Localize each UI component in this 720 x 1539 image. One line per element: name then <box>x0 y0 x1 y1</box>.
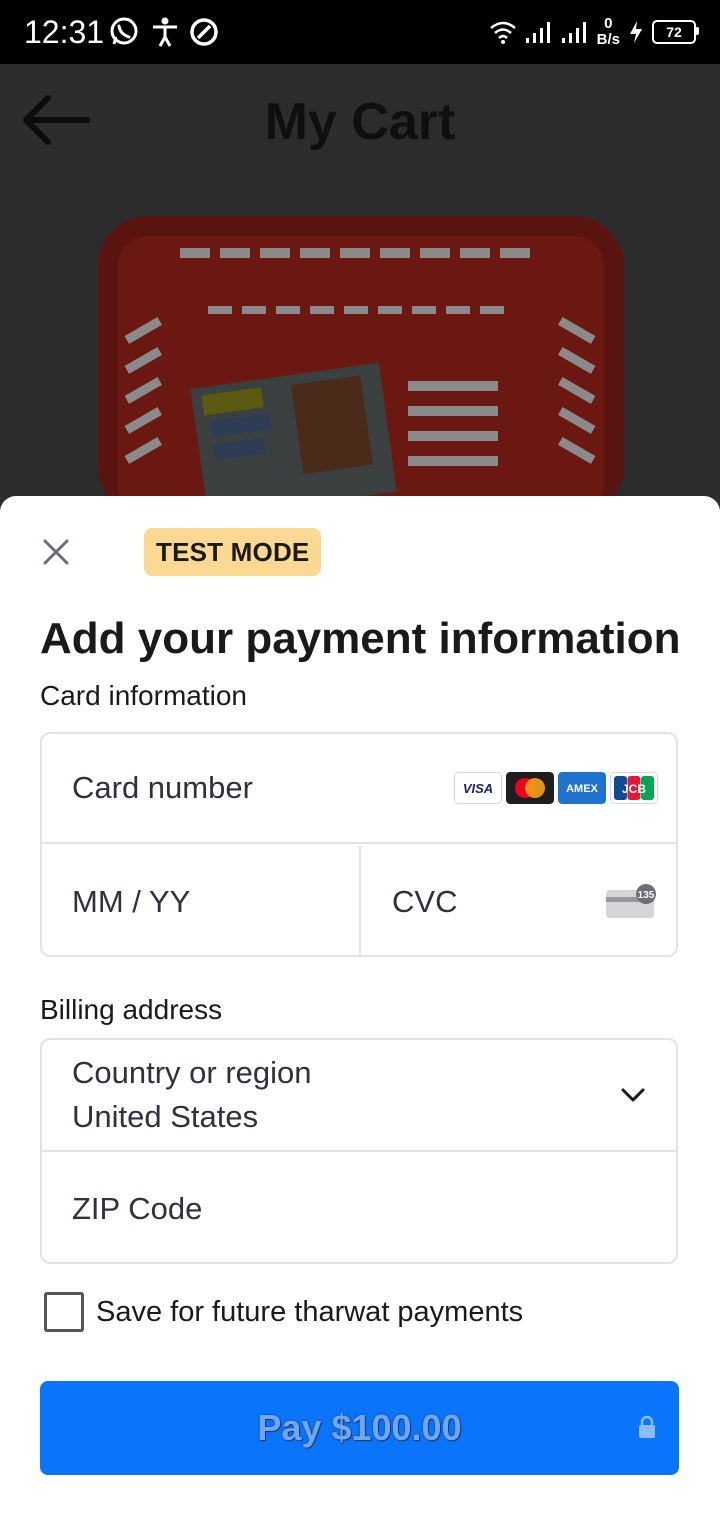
status-right: 0 B/s 72 <box>489 14 699 50</box>
jcb-icon: JCB <box>610 772 658 804</box>
zip-code-field[interactable]: ZIP Code <box>42 1154 676 1262</box>
status-time: 12:31 <box>24 14 105 50</box>
net-speed-unit: B/s <box>596 31 620 48</box>
accessibility-icon <box>153 17 177 47</box>
at-sign-icon <box>190 18 218 46</box>
sheet-title: Add your payment information <box>40 614 681 663</box>
close-icon <box>43 539 69 565</box>
save-payment-label: Save for future tharwat payments <box>96 1296 524 1328</box>
zip-placeholder: ZIP Code <box>72 1191 203 1226</box>
svg-text:VISA: VISA <box>463 781 493 796</box>
save-payment-checkbox[interactable] <box>44 1292 84 1332</box>
payment-sheet: TEST MODE Add your payment information C… <box>0 496 720 1539</box>
pay-button-label: Pay $100.00 <box>257 1407 462 1448</box>
svg-text:JCB: JCB <box>622 782 646 796</box>
card-brands: VISA AMEX JCB <box>454 772 658 804</box>
card-number-placeholder: Card number <box>72 770 253 805</box>
card-number-field[interactable]: Card number VISA AMEX JCB <box>42 734 676 844</box>
cart-screen-background: My Cart <box>0 64 720 506</box>
pay-button[interactable]: Pay $100.00 <box>40 1381 679 1475</box>
country-label: Country or region <box>72 1055 312 1090</box>
cvc-card-icon: 135 <box>606 884 656 918</box>
net-speed: 0 B/s <box>597 16 620 48</box>
test-mode-badge: TEST MODE <box>144 528 322 576</box>
cvc-placeholder: CVC <box>392 883 458 919</box>
signal-icon <box>561 22 586 43</box>
lock-icon <box>639 1415 655 1438</box>
cvc-field[interactable]: CVC 135 <box>362 846 676 955</box>
expiry-placeholder: MM / YY <box>72 883 191 919</box>
country-select[interactable]: Country or region United States <box>42 1040 676 1152</box>
wifi-icon <box>489 21 516 44</box>
country-value: United States <box>72 1099 259 1134</box>
signal-icon <box>525 22 550 43</box>
charging-icon <box>630 21 642 43</box>
card-fields-group: Card number VISA AMEX JCB MM / YY CVC 13… <box>40 732 678 957</box>
svg-text:135: 135 <box>638 890 655 901</box>
status-bar: 12:31 0 B/s 72 <box>0 0 720 64</box>
expiry-field[interactable]: MM / YY <box>42 846 361 955</box>
battery-icon: 72 <box>652 20 699 44</box>
net-speed-value: 0 <box>604 15 613 32</box>
svg-text:AMEX: AMEX <box>566 783 598 795</box>
chevron-down-icon <box>621 1088 645 1102</box>
close-button[interactable] <box>36 532 76 572</box>
whatsapp-icon <box>110 17 138 45</box>
cart-basket-image <box>98 216 624 506</box>
card-section-label: Card information <box>40 680 247 711</box>
amex-icon: AMEX <box>558 772 606 804</box>
billing-fields-group: Country or region United States ZIP Code <box>40 1038 678 1264</box>
page-title: My Cart <box>264 93 456 151</box>
visa-icon: VISA <box>454 772 502 804</box>
mastercard-icon <box>506 772 554 804</box>
billing-section-label: Billing address <box>40 994 223 1025</box>
